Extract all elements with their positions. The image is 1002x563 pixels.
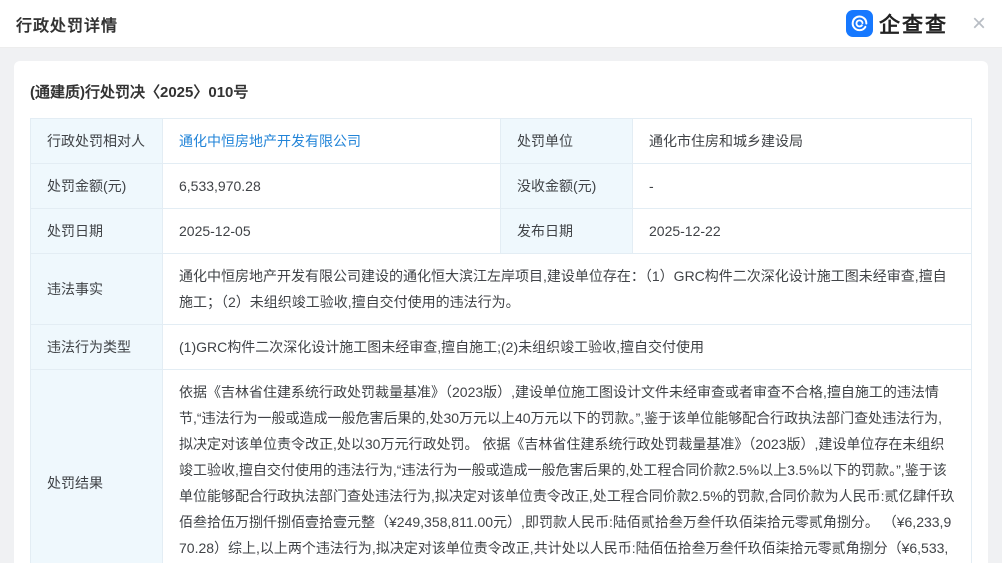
penalty-card: (通建质)行处罚决〈2025〉010号 行政处罚相对人 通化中恒房地产开发有限公… xyxy=(14,61,988,563)
field-label-authority: 处罚单位 xyxy=(500,118,633,164)
qichacha-logo-icon xyxy=(845,10,873,37)
field-label-counterpart: 行政处罚相对人 xyxy=(30,118,163,164)
modal-header: 行政处罚详情 企查查 × xyxy=(0,0,1002,48)
close-icon[interactable]: × xyxy=(972,11,986,36)
penalty-doc-number: (通建质)行处罚决〈2025〉010号 xyxy=(30,84,249,101)
company-link[interactable]: 通化中恒房地产开发有限公司 xyxy=(179,133,361,149)
field-label-violation-type: 违法行为类型 xyxy=(30,324,163,370)
table-row: 违法事实 通化中恒房地产开发有限公司建设的通化恒大滨江左岸项目,建设单位存在：（… xyxy=(30,253,972,325)
field-value-penalty-result: 依据《吉林省住建系统行政处罚裁量基准》（2023版）,建设单位施工图设计文件未经… xyxy=(162,369,972,563)
field-value-authority: 通化市住房和城乡建设局 xyxy=(632,118,972,164)
table-row: 处罚结果 依据《吉林省住建系统行政处罚裁量基准》（2023版）,建设单位施工图设… xyxy=(30,369,972,563)
field-value-confiscation-amount: - xyxy=(632,163,972,209)
field-label-publish-date: 发布日期 xyxy=(500,208,633,254)
header-right: 企查查 × xyxy=(845,9,986,39)
field-label-penalty-date: 处罚日期 xyxy=(30,208,163,254)
qichacha-logo-text: 企查查 xyxy=(878,13,948,37)
field-label-illegal-facts: 违法事实 xyxy=(30,253,163,325)
table-row: 违法行为类型 (1)GRC构件二次深化设计施工图未经审查,擅自施工;(2)未组织… xyxy=(30,324,972,370)
table-row: 处罚日期 2025-12-05 发布日期 2025-12-22 xyxy=(30,208,972,254)
qichacha-logo: 企查查 xyxy=(845,9,948,39)
page-title: 行政处罚详情 xyxy=(16,17,119,35)
field-value-illegal-facts: 通化中恒房地产开发有限公司建设的通化恒大滨江左岸项目,建设单位存在：（1）GRC… xyxy=(162,253,972,325)
field-label-confiscation-amount: 没收金额(元) xyxy=(500,163,633,209)
field-value-fine-amount: 6,533,970.28 xyxy=(162,163,501,209)
field-value-violation-type: (1)GRC构件二次深化设计施工图未经审查,擅自施工;(2)未组织竣工验收,擅自… xyxy=(162,324,972,370)
modal-body: (通建质)行处罚决〈2025〉010号 行政处罚相对人 通化中恒房地产开发有限公… xyxy=(0,48,1002,563)
table-row: 处罚金额(元) 6,533,970.28 没收金额(元) - xyxy=(30,163,972,209)
field-value-publish-date: 2025-12-22 xyxy=(632,208,972,254)
field-label-fine-amount: 处罚金额(元) xyxy=(30,163,163,209)
table-row: 行政处罚相对人 通化中恒房地产开发有限公司 处罚单位 通化市住房和城乡建设局 xyxy=(30,118,972,164)
penalty-table: 行政处罚相对人 通化中恒房地产开发有限公司 处罚单位 通化市住房和城乡建设局 处… xyxy=(30,118,972,563)
field-label-penalty-result: 处罚结果 xyxy=(30,369,163,563)
field-value-counterpart: 通化中恒房地产开发有限公司 xyxy=(162,118,501,164)
field-value-penalty-date: 2025-12-05 xyxy=(162,208,501,254)
